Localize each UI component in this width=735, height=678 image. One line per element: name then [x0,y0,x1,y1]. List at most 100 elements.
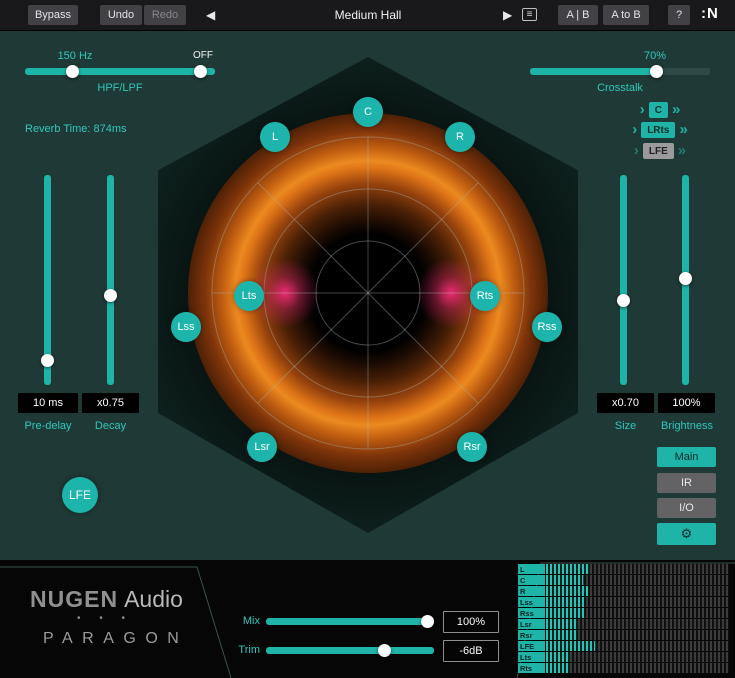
routing-row-c: › C » [608,101,712,119]
chevron-right-icon[interactable]: » [678,143,686,159]
meter-level [546,564,590,574]
meter-channel-label: C [518,575,545,585]
help-button[interactable]: ? [668,5,690,25]
routing-c-button[interactable]: C [649,102,668,118]
decay-label: Decay [82,420,139,432]
channel-node-r[interactable]: R [445,122,475,152]
crosstalk-handle[interactable] [650,65,663,78]
routing-lfe-button[interactable]: LFE [643,143,674,159]
lpf-value-label: OFF [173,50,233,61]
mix-value-box[interactable]: 100% [443,611,499,633]
channel-node-l[interactable]: L [260,122,290,152]
crosstalk-value-label: 70% [625,50,685,62]
chevron-right-icon[interactable]: » [679,122,687,138]
tab-main[interactable]: Main [657,447,716,467]
redo-button[interactable]: Redo [144,5,186,25]
channel-node-rss[interactable]: Rss [532,312,562,342]
trim-value-box[interactable]: -6dB [443,640,499,662]
preset-list-icon[interactable]: ≡ [522,8,537,21]
trim-handle[interactable] [378,644,391,657]
tab-io[interactable]: I/O [657,498,716,518]
meter-channel-label: Rsr [518,630,545,640]
meter-bar [546,575,729,585]
tab-ir[interactable]: IR [657,473,716,493]
output-meters: L C R Lss Rss Lsr Rsr LFE Lts Rts [518,564,729,674]
hpf-handle[interactable] [66,65,79,78]
crosstalk-slider[interactable] [530,68,710,75]
chevron-left-icon[interactable]: › [632,122,637,138]
channel-node-lss[interactable]: Lss [171,312,201,342]
trim-slider[interactable] [266,647,434,654]
meter-level [546,652,570,662]
hpf-value-label: 150 Hz [45,50,105,62]
channel-node-rsr[interactable]: Rsr [457,432,487,462]
size-fader-handle[interactable] [617,294,630,307]
meter-row: Lss [518,597,729,607]
crosstalk-track-rest [656,68,710,75]
a-to-b-button[interactable]: A to B [603,5,649,25]
brightness-value-box[interactable]: 100% [658,393,715,413]
mix-label: Mix [220,615,260,627]
footer: NUGENAudio • • • PARAGON Mix 100% Trim -… [0,560,735,678]
settings-gear-button[interactable]: ⚙ [657,523,716,545]
size-value-box[interactable]: x0.70 [597,393,654,413]
channel-node-lsr[interactable]: Lsr [247,432,277,462]
titlebar: Bypass Undo Redo ◀ Medium Hall ▶ ≡ A | B… [0,0,735,31]
meter-row: LFE [518,641,729,651]
hpf-lpf-label: HPF/LPF [25,82,215,94]
preset-name[interactable]: Medium Hall [279,8,457,22]
meter-channel-label: Lts [518,652,545,662]
channel-node-lts[interactable]: Lts [234,281,264,311]
meter-row: Lts [518,652,729,662]
chevron-left-icon[interactable]: › [634,143,639,159]
meter-row: Rts [518,663,729,673]
meter-channel-label: LFE [518,641,545,651]
predelay-fader-handle[interactable] [41,354,54,367]
hpf-lpf-slider[interactable] [25,68,215,75]
chevron-left-icon[interactable]: › [640,102,645,118]
brand-logo: NUGENAudio [30,586,183,613]
previous-preset-icon[interactable]: ◀ [206,8,215,22]
paragon-plugin-window: Bypass Undo Redo ◀ Medium Hall ▶ ≡ A | B… [0,0,735,678]
routing-row-lfe: › LFE » [608,142,712,160]
meter-bar [546,597,729,607]
meter-row: L [518,564,729,574]
brightness-fader[interactable] [682,175,689,385]
meter-channel-label: Lss [518,597,545,607]
brightness-label: Brightness [650,420,724,432]
meter-level [546,641,595,651]
meter-bar [546,641,729,651]
meter-level [546,619,577,629]
meter-level [546,597,584,607]
meter-row: Lsr [518,619,729,629]
decay-fader-handle[interactable] [104,289,117,302]
channel-node-rts[interactable]: Rts [470,281,500,311]
ab-compare-button[interactable]: A | B [558,5,598,25]
routing-row-lrts: › LRts » [608,121,712,139]
meter-channel-label: Lsr [518,619,545,629]
brightness-fader-handle[interactable] [679,272,692,285]
decay-fader[interactable] [107,175,114,385]
meter-bar [546,663,729,673]
decay-value-box[interactable]: x0.75 [82,393,139,413]
meter-bar [546,630,729,640]
meter-bar [546,586,729,596]
mix-handle[interactable] [421,615,434,628]
lpf-handle[interactable] [194,65,207,78]
meter-level [546,630,577,640]
channel-node-lfe[interactable]: LFE [62,477,98,513]
channel-node-c[interactable]: C [353,97,383,127]
meter-level [546,586,588,596]
routing-lrts-button[interactable]: LRts [641,122,675,138]
mix-slider[interactable] [266,618,434,625]
predelay-value-box[interactable]: 10 ms [18,393,78,413]
predelay-fader[interactable] [44,175,51,385]
chevron-right-icon[interactable]: » [672,102,680,118]
bypass-button[interactable]: Bypass [28,5,78,25]
meter-level [546,575,583,585]
nugen-logo: :N [701,5,719,22]
meter-row: Rss [518,608,729,618]
undo-button[interactable]: Undo [100,5,142,25]
next-preset-icon[interactable]: ▶ [503,8,512,22]
size-fader[interactable] [620,175,627,385]
